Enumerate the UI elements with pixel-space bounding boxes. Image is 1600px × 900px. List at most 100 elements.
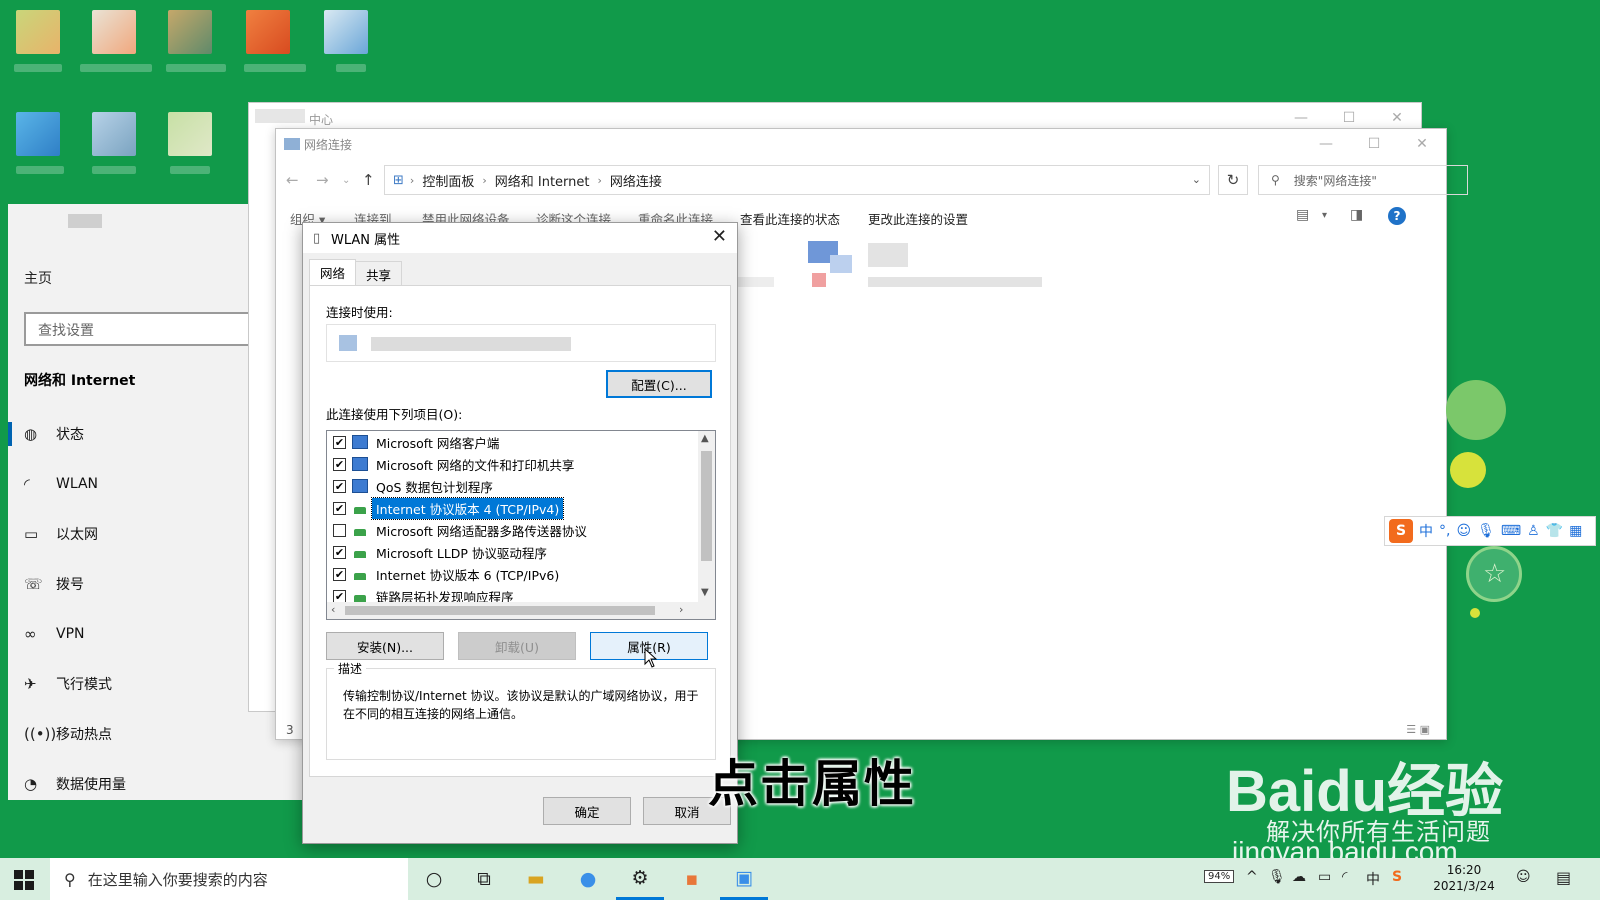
settings-home-link[interactable]: 主页 [24, 268, 52, 288]
up-arrow-icon[interactable]: ↑ [362, 171, 375, 189]
preview-pane-icon[interactable]: ◨ [1350, 207, 1363, 223]
sogou-logo-icon[interactable]: S [1389, 519, 1413, 543]
checkbox[interactable]: ✔ [333, 479, 346, 493]
chevron-down-icon[interactable]: ▾ [1322, 210, 1327, 221]
close-icon[interactable]: ✕ [712, 226, 727, 247]
list-item[interactable]: ✔ Internet 协议版本 6 (TCP/IPv6) [333, 563, 563, 585]
vertical-scrollbar[interactable]: ▲ ▼ [698, 431, 715, 603]
scrollbar-thumb[interactable] [345, 606, 655, 615]
chevron-left-icon[interactable]: ‹ [331, 603, 335, 616]
file-explorer-icon[interactable]: ▬ [512, 858, 560, 900]
notification-center-icon[interactable]: ▤ [1556, 868, 1571, 887]
checkbox[interactable] [333, 523, 346, 537]
desktop-icon[interactable] [92, 112, 136, 156]
tab-network[interactable]: 网络 [309, 259, 357, 285]
microphone-icon[interactable]: 🎙 [1268, 869, 1286, 885]
list-item-selected[interactable]: ✔ Internet 协议版本 4 (TCP/IPv4) [333, 496, 565, 520]
settings-search-input[interactable]: 查找设置 [24, 312, 284, 346]
battery-icon[interactable]: ▭ [1318, 869, 1331, 885]
configure-button[interactable]: 配置(C)... [606, 370, 712, 398]
refresh-button[interactable]: ↻ [1218, 165, 1248, 195]
checkbox[interactable]: ✔ [333, 567, 346, 581]
checkbox[interactable]: ✔ [333, 545, 346, 559]
connection-items-list[interactable]: ✔ Microsoft 网络客户端 ✔ Microsoft 网络的文件和打印机共… [326, 430, 716, 620]
change-settings-command[interactable]: 更改此连接的设置 [868, 209, 968, 228]
minimize-icon[interactable]: — [1302, 129, 1350, 159]
close-icon[interactable]: ✕ [1398, 129, 1446, 159]
settings-nav-dialup[interactable]: ☏ 拨号 [24, 572, 84, 596]
forward-arrow-icon[interactable]: → [316, 171, 329, 189]
tab-sharing[interactable]: 共享 [355, 261, 403, 285]
ime-mode-toggle[interactable]: 中 [1419, 521, 1433, 541]
sogou-tray-icon[interactable]: S [1392, 869, 1402, 885]
view-status-command[interactable]: 查看此连接的状态 [740, 209, 840, 228]
desktop-icon[interactable] [168, 10, 212, 54]
breadcrumb-item[interactable]: 网络和 Internet [495, 171, 590, 190]
media-app-icon[interactable]: ▪ [668, 858, 716, 900]
desktop-icon[interactable] [16, 10, 60, 54]
list-item[interactable]: ✔ Microsoft 网络客户端 [333, 431, 503, 453]
horizontal-scrollbar[interactable]: ‹ › [327, 602, 715, 619]
view-options-icon[interactable]: ▤ [1296, 207, 1309, 223]
checkbox[interactable]: ✔ [333, 435, 346, 449]
cortana-icon[interactable]: ○ [410, 858, 458, 900]
settings-nav-vpn[interactable]: ∞ VPN [24, 622, 85, 646]
desktop-icon[interactable] [16, 112, 60, 156]
chevron-down-icon[interactable]: ▼ [701, 587, 709, 598]
checkbox[interactable]: ✔ [333, 589, 346, 603]
desktop-icon[interactable] [168, 112, 212, 156]
back-arrow-icon[interactable]: ← [286, 171, 299, 189]
emoji-icon[interactable]: ☺ [1456, 523, 1471, 539]
settings-nav-airplane[interactable]: ✈ 飞行模式 [24, 672, 112, 696]
settings-nav-ethernet[interactable]: ▭ 以太网 [24, 522, 98, 546]
chevron-down-icon[interactable]: ⌄ [1192, 173, 1201, 186]
checkbox[interactable]: ✔ [333, 501, 346, 515]
ime-punctuation-toggle[interactable]: °, [1439, 523, 1450, 539]
breadcrumb-item[interactable]: 控制面板 [422, 171, 474, 190]
uninstall-button[interactable]: 卸载(U) [458, 632, 576, 660]
list-item[interactable]: ✔ Microsoft LLDP 协议驱动程序 [333, 541, 551, 563]
checkbox[interactable]: ✔ [333, 457, 346, 471]
windows-start-icon[interactable] [14, 870, 34, 890]
emoji-tray-icon[interactable]: ☺ [1516, 869, 1531, 885]
view-toggle-icons[interactable]: ☰ ▣ [1406, 723, 1430, 736]
taskbar-search-box[interactable]: ⚲ 在这里输入你要搜索的内容 [50, 858, 408, 900]
recent-dropdown-icon[interactable]: ⌄ [342, 175, 350, 186]
address-bar[interactable]: ⊞ › 控制面板 › 网络和 Internet › 网络连接 ⌄ [384, 165, 1210, 195]
settings-nav-status[interactable]: ◍ 状态 [24, 422, 84, 446]
settings-nav-hotspot[interactable]: ((•)) 移动热点 [24, 722, 112, 746]
scrollbar-thumb[interactable] [701, 451, 712, 561]
user-icon[interactable]: ♙ [1527, 523, 1540, 539]
settings-nav-wlan[interactable]: ◜ WLAN [24, 472, 98, 496]
maximize-icon[interactable]: ☐ [1350, 129, 1398, 159]
chevron-up-icon[interactable]: ▲ [701, 433, 709, 444]
skin-icon[interactable]: 👕 [1546, 523, 1563, 539]
battery-indicator[interactable]: 94% [1204, 870, 1235, 883]
onedrive-icon[interactable]: ☁ [1292, 869, 1306, 885]
breadcrumb-item[interactable]: 网络连接 [610, 171, 662, 190]
control-panel-icon[interactable]: ▣ [720, 858, 768, 900]
help-icon[interactable]: ? [1388, 207, 1406, 225]
microphone-icon[interactable]: 🎙 [1477, 523, 1495, 539]
keyboard-icon[interactable]: ⌨ [1501, 523, 1521, 539]
chevron-up-icon[interactable]: ^ [1246, 869, 1258, 885]
keyboard-layout-icon[interactable]: 中 [1366, 869, 1380, 889]
toolbox-icon[interactable]: ▦ [1569, 523, 1582, 539]
wifi-icon[interactable]: ◜ [1342, 869, 1347, 885]
clock[interactable]: 16:20 2021/3/24 [1432, 862, 1496, 894]
desktop-icon[interactable] [92, 10, 136, 54]
network-adapter-icon[interactable] [808, 241, 854, 291]
desktop-icon[interactable] [324, 10, 368, 54]
settings-gear-icon[interactable]: ⚙ [616, 858, 664, 900]
list-item[interactable]: Microsoft 网络适配器多路传送器协议 [333, 519, 591, 541]
task-view-icon[interactable]: ⧉ [460, 858, 508, 900]
settings-nav-data-usage[interactable]: ◔ 数据使用量 [24, 772, 126, 796]
install-button[interactable]: 安装(N)... [326, 632, 444, 660]
list-item[interactable]: ✔ QoS 数据包计划程序 [333, 475, 497, 497]
app-l-icon[interactable]: ● [564, 858, 612, 900]
list-item[interactable]: ✔ Microsoft 网络的文件和打印机共享 [333, 453, 578, 475]
chevron-right-icon[interactable]: › [679, 603, 683, 616]
desktop-icon[interactable] [246, 10, 290, 54]
ok-button[interactable]: 确定 [543, 797, 631, 825]
ime-toolbar[interactable]: S 中 °, ☺ 🎙 ⌨ ♙ 👕 ▦ [1384, 516, 1596, 546]
